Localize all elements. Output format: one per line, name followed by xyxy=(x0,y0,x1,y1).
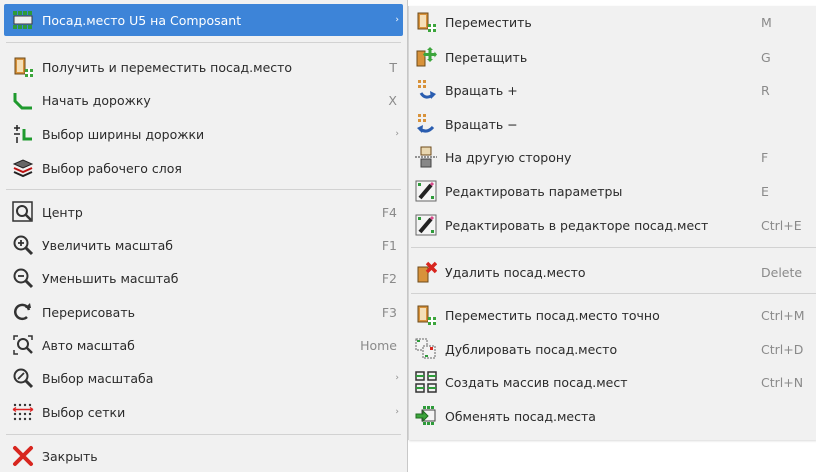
shortcut-label: F4 xyxy=(381,204,397,220)
menu-item-grid-select[interactable]: Выбор сетки › xyxy=(4,396,403,428)
rotate-ccw-icon xyxy=(415,113,437,135)
menu-item-label: Обменять посад.места xyxy=(445,408,596,424)
submenu-item-rotate-ccw[interactable]: Вращать − xyxy=(411,108,816,140)
menu-item-label: Авто масштаб xyxy=(42,337,135,353)
menu-item-footprint[interactable]: Посад.место U5 на Composant › xyxy=(4,4,403,36)
menu-item-zoom-in[interactable]: Увеличить масштаб F1 xyxy=(4,229,403,261)
shortcut-label: F xyxy=(761,149,769,165)
menu-item-zoom-center[interactable]: Центр F4 xyxy=(4,196,403,228)
shortcut-label: T xyxy=(389,59,397,75)
zoom-select-icon xyxy=(12,367,34,389)
edit-params-icon xyxy=(415,180,437,202)
submenu-item-edit-params[interactable]: Редактировать параметры E xyxy=(411,175,816,207)
submenu-item-rotate-cw[interactable]: Вращать + R xyxy=(411,74,816,106)
shortcut-label: X xyxy=(388,92,397,108)
menu-item-select-layer[interactable]: Выбор рабочего слоя xyxy=(4,152,403,184)
zoom-center-icon xyxy=(12,201,34,223)
shortcut-label: E xyxy=(761,183,769,199)
submenu-arrow-icon: › xyxy=(395,129,399,139)
submenu-item-move[interactable]: Переместить M xyxy=(411,6,816,38)
submenu-item-delete[interactable]: Удалить посад.место Delete xyxy=(411,256,816,288)
move-exact-icon xyxy=(415,304,437,326)
menu-item-label: Выбор сетки xyxy=(42,404,126,420)
menu-item-zoom-select[interactable]: Выбор масштаба › xyxy=(4,362,403,394)
shortcut-label: R xyxy=(761,82,770,98)
shortcut-label: Ctrl+D xyxy=(761,341,804,357)
menu-item-label: Центр xyxy=(42,204,83,220)
rotate-cw-icon xyxy=(415,79,437,101)
get-move-footprint-icon xyxy=(12,56,34,78)
menu-item-label: Выбор рабочего слоя xyxy=(42,160,182,176)
menu-item-label: Закрыть xyxy=(42,448,98,464)
move-icon xyxy=(415,11,437,33)
shortcut-label: Ctrl+M xyxy=(761,307,805,323)
submenu-item-edit-in-editor[interactable]: Редактировать в редакторе посад.мест Ctr… xyxy=(411,209,816,241)
footprint-submenu: Переместить M Перетащить G Вращать + R В… xyxy=(408,6,816,440)
submenu-item-duplicate[interactable]: Дублировать посад.место Ctrl+D xyxy=(411,333,816,365)
shortcut-label: F3 xyxy=(381,304,397,320)
separator xyxy=(6,42,401,43)
shortcut-label: F1 xyxy=(381,237,397,253)
submenu-item-exchange[interactable]: Обменять посад.места xyxy=(411,400,816,432)
menu-item-label: Посад.место U5 на Composant xyxy=(42,12,242,28)
menu-item-label: Выбор ширины дорожки xyxy=(42,126,205,142)
duplicate-icon xyxy=(415,338,437,360)
zoom-out-icon xyxy=(12,267,34,289)
delete-icon xyxy=(415,261,437,283)
menu-item-label: Вращать − xyxy=(445,116,518,132)
track-icon xyxy=(12,89,34,111)
separator xyxy=(411,247,816,248)
footprint-icon xyxy=(12,9,34,31)
drag-icon xyxy=(415,46,437,68)
close-icon xyxy=(12,445,34,467)
menu-item-label: Начать дорожку xyxy=(42,92,151,108)
menu-item-label: Перерисовать xyxy=(42,304,135,320)
submenu-item-drag[interactable]: Перетащить G xyxy=(411,41,816,73)
separator xyxy=(6,434,401,435)
menu-item-start-track[interactable]: Начать дорожку X xyxy=(4,84,403,116)
submenu-arrow-icon: › xyxy=(395,373,399,383)
zoom-fit-icon xyxy=(12,334,34,356)
submenu-arrow-icon: › xyxy=(395,407,399,417)
menu-item-label: Получить и переместить посад.место xyxy=(42,59,293,75)
layers-icon xyxy=(12,157,34,179)
separator xyxy=(411,293,816,294)
zoom-in-icon xyxy=(12,234,34,256)
separator xyxy=(6,189,401,190)
redraw-icon xyxy=(12,301,34,323)
array-icon xyxy=(415,371,437,393)
submenu-arrow-icon: › xyxy=(395,15,399,25)
shortcut-label: Delete xyxy=(761,264,803,280)
menu-item-get-move-footprint[interactable]: Получить и переместить посад.место T xyxy=(4,51,403,83)
grid-icon xyxy=(12,401,34,423)
shortcut-label: Ctrl+E xyxy=(761,217,802,233)
menu-item-redraw[interactable]: Перерисовать F3 xyxy=(4,296,403,328)
shortcut-label: Home xyxy=(360,337,397,353)
shortcut-label: M xyxy=(761,14,772,30)
menu-item-close[interactable]: Закрыть xyxy=(4,440,403,472)
shortcut-label: Ctrl+N xyxy=(761,374,804,390)
menu-item-zoom-fit[interactable]: Авто масштаб Home xyxy=(4,329,403,361)
submenu-item-move-exact[interactable]: Переместить посад.место точно Ctrl+M xyxy=(411,299,816,331)
context-menu: Посад.место U5 на Composant › Получить и… xyxy=(0,0,408,472)
exchange-icon xyxy=(415,405,437,427)
menu-item-zoom-out[interactable]: Уменьшить масштаб F2 xyxy=(4,262,403,294)
menu-item-label: Увеличить масштаб xyxy=(42,237,173,253)
submenu-item-flip[interactable]: На другую сторону F xyxy=(411,141,816,173)
shortcut-label: F2 xyxy=(381,270,397,286)
flip-icon xyxy=(415,146,437,168)
edit-in-editor-icon xyxy=(415,214,437,236)
submenu-item-create-array[interactable]: Создать массив посад.мест Ctrl+N xyxy=(411,366,816,398)
menu-item-track-width[interactable]: Выбор ширины дорожки › xyxy=(4,118,403,150)
track-width-icon xyxy=(12,123,34,145)
menu-item-label: Выбор масштаба xyxy=(42,370,154,386)
shortcut-label: G xyxy=(761,49,771,65)
menu-item-label: Уменьшить масштаб xyxy=(42,270,179,286)
